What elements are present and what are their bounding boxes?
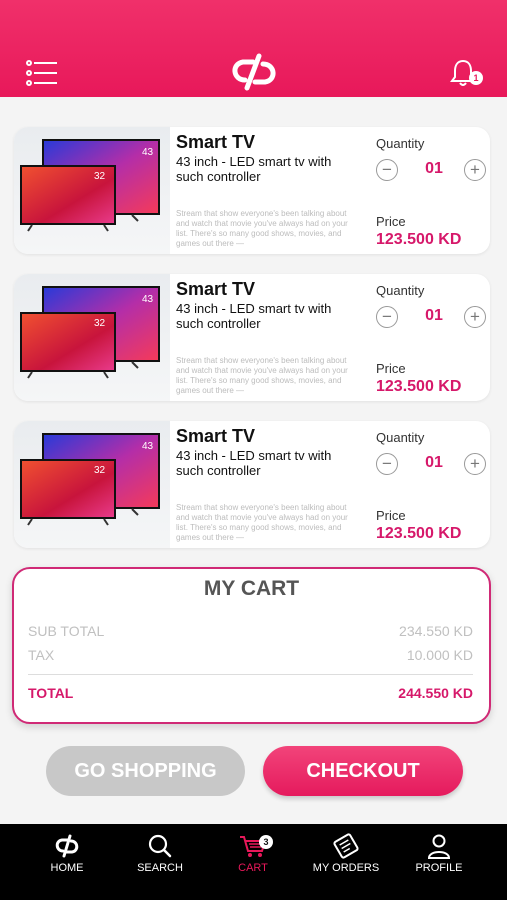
product-title: Smart TV xyxy=(176,279,256,299)
subtotal-value: 234.550 KD xyxy=(399,623,473,639)
product-subtitle: 43 inch - LED smart tv with such control… xyxy=(176,154,332,184)
tab-profile[interactable]: PROFILE xyxy=(394,824,484,900)
cart-badge: 3 xyxy=(259,835,273,849)
increase-quantity-button[interactable]: + xyxy=(464,453,486,475)
price-value: 123.500 KD xyxy=(376,231,462,248)
tv-size-large: 43 xyxy=(142,147,154,158)
quantity-label: Quantity xyxy=(376,136,425,151)
quantity-label: Quantity xyxy=(376,430,425,445)
product-image: 43 32 xyxy=(14,421,170,548)
product-title: Smart TV xyxy=(176,426,256,446)
profile-icon xyxy=(427,834,451,859)
tv-size-small: 32 xyxy=(94,318,106,329)
product-image: 43 32 xyxy=(14,274,170,401)
summary-title: MY CART xyxy=(203,577,300,600)
tab-label: MY ORDERS xyxy=(312,862,380,874)
price-value: 123.500 KD xyxy=(376,378,462,395)
quantity-label: Quantity xyxy=(376,283,425,298)
quantity-value: 01 xyxy=(425,160,443,177)
product-title: Smart TV xyxy=(176,132,256,152)
link-logo-icon[interactable] xyxy=(225,50,283,94)
tv-size-large: 43 xyxy=(142,441,154,452)
go-shopping-button[interactable]: GO SHOPPING xyxy=(46,746,245,796)
tab-cart[interactable]: 3 CART xyxy=(208,824,298,900)
cart-summary: MY CART SUB TOTAL 234.550 KD TAX 10.000 … xyxy=(12,567,491,724)
cart-content: 43 32 Smart TV 43 inch - LED smart tv wi… xyxy=(0,97,507,824)
product-image: 43 32 xyxy=(14,127,170,254)
tab-search[interactable]: SEARCH xyxy=(115,824,205,900)
decrease-quantity-button[interactable]: − xyxy=(376,159,398,181)
tab-my-orders[interactable]: MY ORDERS xyxy=(301,824,391,900)
product-description: Stream that show everyone's been talking… xyxy=(176,356,348,395)
tab-label: PROFILE xyxy=(415,862,463,874)
subtotal-label: SUB TOTAL xyxy=(28,623,105,639)
tv-size-large: 43 xyxy=(142,294,154,305)
increase-quantity-button[interactable]: + xyxy=(464,159,486,181)
increase-quantity-button[interactable]: + xyxy=(464,306,486,328)
quantity-value: 01 xyxy=(425,307,443,324)
cart-item-card[interactable]: 43 32 Smart TV 43 inch - LED smart tv wi… xyxy=(14,274,490,401)
notifications-bell[interactable]: 1 xyxy=(448,58,486,92)
cart-item-card[interactable]: 43 32 Smart TV 43 inch - LED smart tv wi… xyxy=(14,421,490,548)
decrease-quantity-button[interactable]: − xyxy=(376,306,398,328)
price-label: Price xyxy=(376,508,406,523)
bottom-tab-bar: HOME SEARCH 3 CART MY ORDERS PROFILE xyxy=(0,824,507,900)
tax-label: TAX xyxy=(28,647,55,663)
tab-label: SEARCH xyxy=(137,862,183,874)
home-logo-icon xyxy=(55,834,79,858)
tab-label: CART xyxy=(238,862,268,874)
checkout-button[interactable]: CHECKOUT xyxy=(263,746,463,796)
price-label: Price xyxy=(376,214,406,229)
cart-item-card[interactable]: 43 32 Smart TV 43 inch - LED smart tv wi… xyxy=(14,127,490,254)
price-value: 123.500 KD xyxy=(376,525,462,542)
tv-size-small: 32 xyxy=(94,465,106,476)
app-header: 1 xyxy=(0,0,507,97)
notification-badge: 1 xyxy=(469,71,483,85)
total-label: TOTAL xyxy=(28,685,74,701)
orders-icon xyxy=(333,833,359,859)
tab-home[interactable]: HOME xyxy=(22,824,112,900)
quantity-stepper: − 01 + xyxy=(376,453,486,475)
search-icon xyxy=(148,834,172,858)
tax-value: 10.000 KD xyxy=(406,647,473,663)
decrease-quantity-button[interactable]: − xyxy=(376,453,398,475)
product-subtitle: 43 inch - LED smart tv with such control… xyxy=(176,448,332,478)
product-subtitle: 43 inch - LED smart tv with such control… xyxy=(176,301,332,331)
quantity-stepper: − 01 + xyxy=(376,306,486,328)
tv-size-small: 32 xyxy=(94,171,106,182)
summary-divider xyxy=(28,674,473,675)
price-label: Price xyxy=(376,361,406,376)
total-value: 244.550 KD xyxy=(398,685,473,701)
quantity-value: 01 xyxy=(425,454,443,471)
tab-label: HOME xyxy=(50,862,84,874)
product-description: Stream that show everyone's been talking… xyxy=(176,503,348,542)
product-description: Stream that show everyone's been talking… xyxy=(176,209,348,248)
quantity-stepper: − 01 + xyxy=(376,159,486,181)
menu-icon[interactable] xyxy=(26,60,58,86)
